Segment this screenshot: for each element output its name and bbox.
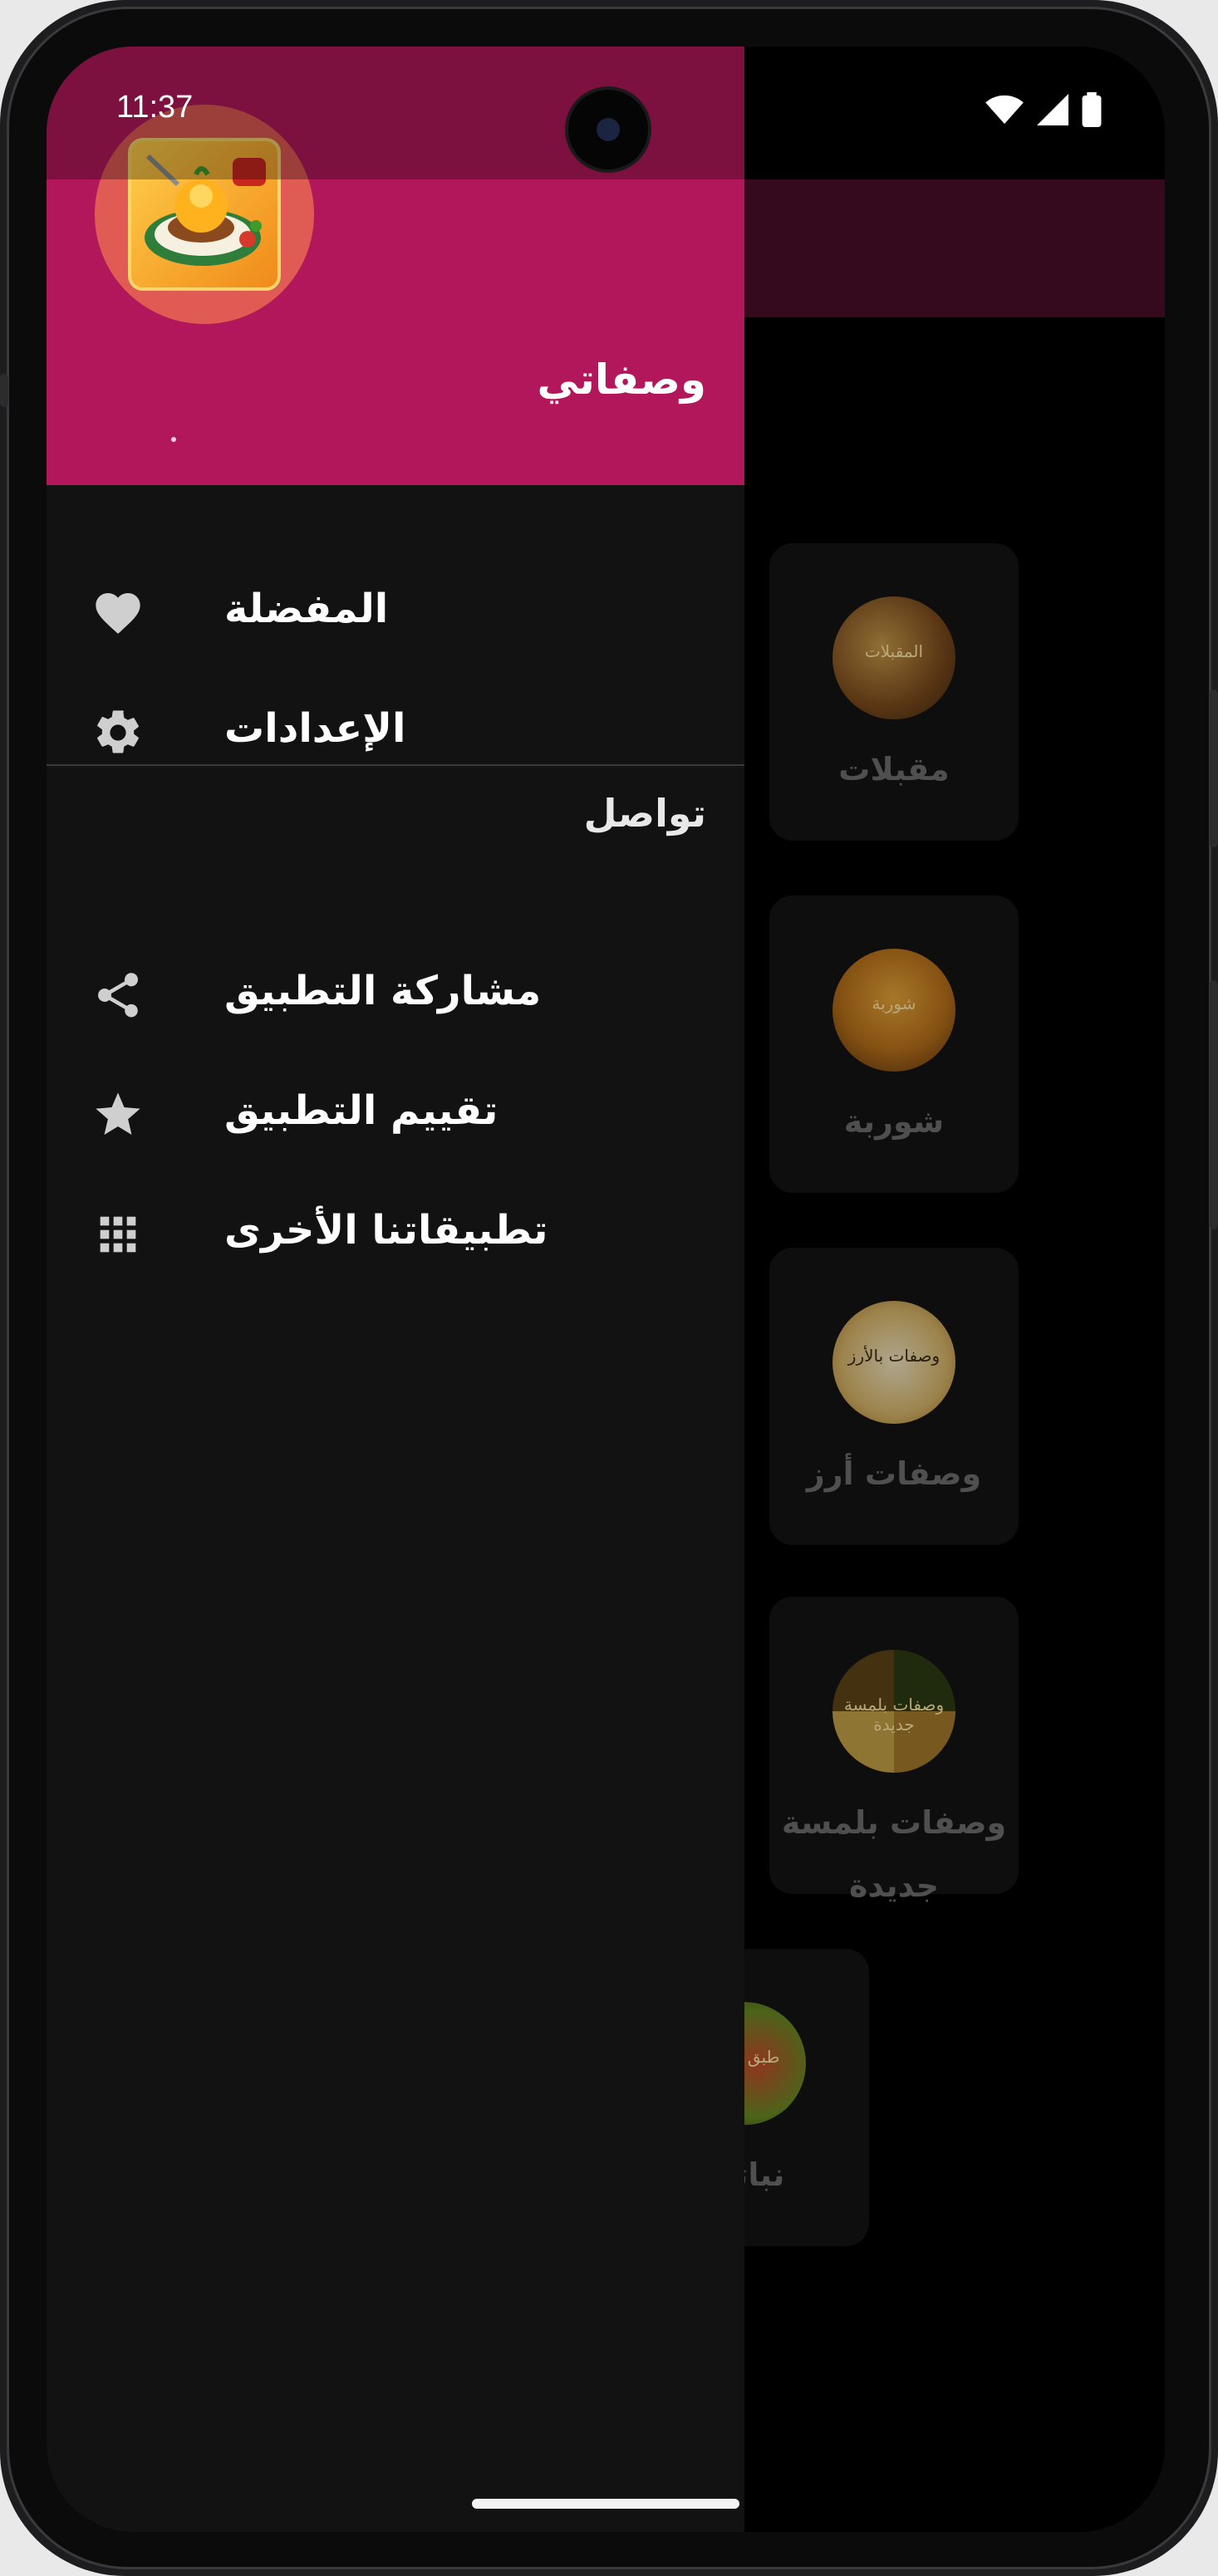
- wifi-icon: [985, 94, 1024, 129]
- app-name: وصفاتي: [537, 356, 706, 404]
- menu-label: تطبيقاتنا الأخرى: [224, 1207, 548, 1254]
- navigation-drawer: وصفاتي المفضلة الإعدادات تواصل مشاركة ال…: [47, 47, 744, 2532]
- star-icon: [91, 1088, 145, 1141]
- menu-label: المفضلة: [224, 586, 389, 632]
- menu-label: الإعدادات: [224, 705, 406, 752]
- section-title-contact: تواصل: [583, 791, 706, 836]
- status-bar: 11:37: [47, 47, 1165, 179]
- battery-icon: [1082, 92, 1102, 130]
- side-button-left: [0, 374, 8, 407]
- menu-label: تقييم التطبيق: [224, 1087, 498, 1134]
- cellular-signal-icon: [1037, 94, 1068, 129]
- home-indicator[interactable]: [472, 2499, 739, 2509]
- menu-item-settings[interactable]: الإعدادات: [47, 681, 744, 781]
- menu-label: مشاركة التطبيق: [224, 968, 542, 1014]
- apps-grid-icon: [91, 1208, 145, 1261]
- front-camera: [568, 90, 648, 169]
- header-dot: [171, 437, 176, 442]
- gear-icon: [91, 706, 145, 759]
- share-icon: [91, 969, 145, 1022]
- menu-item-favorites[interactable]: المفضلة: [47, 562, 744, 661]
- heart-icon: [91, 586, 145, 640]
- menu-item-share-app[interactable]: مشاركة التطبيق: [47, 944, 744, 1043]
- screen: المقبلات مقبلات شوربة شوربة وصفات بالأرز…: [47, 47, 1165, 2532]
- volume-up-button: [1210, 689, 1218, 847]
- status-time: 11:37: [116, 90, 194, 125]
- status-icons: [985, 92, 1102, 130]
- drawer-divider: [47, 764, 744, 766]
- menu-item-other-apps[interactable]: تطبيقاتنا الأخرى: [47, 1183, 744, 1283]
- menu-item-rate-app[interactable]: تقييم التطبيق: [47, 1063, 744, 1163]
- phone-frame: المقبلات مقبلات شوربة شوربة وصفات بالأرز…: [0, 0, 1218, 2576]
- power-button: [1210, 980, 1218, 1229]
